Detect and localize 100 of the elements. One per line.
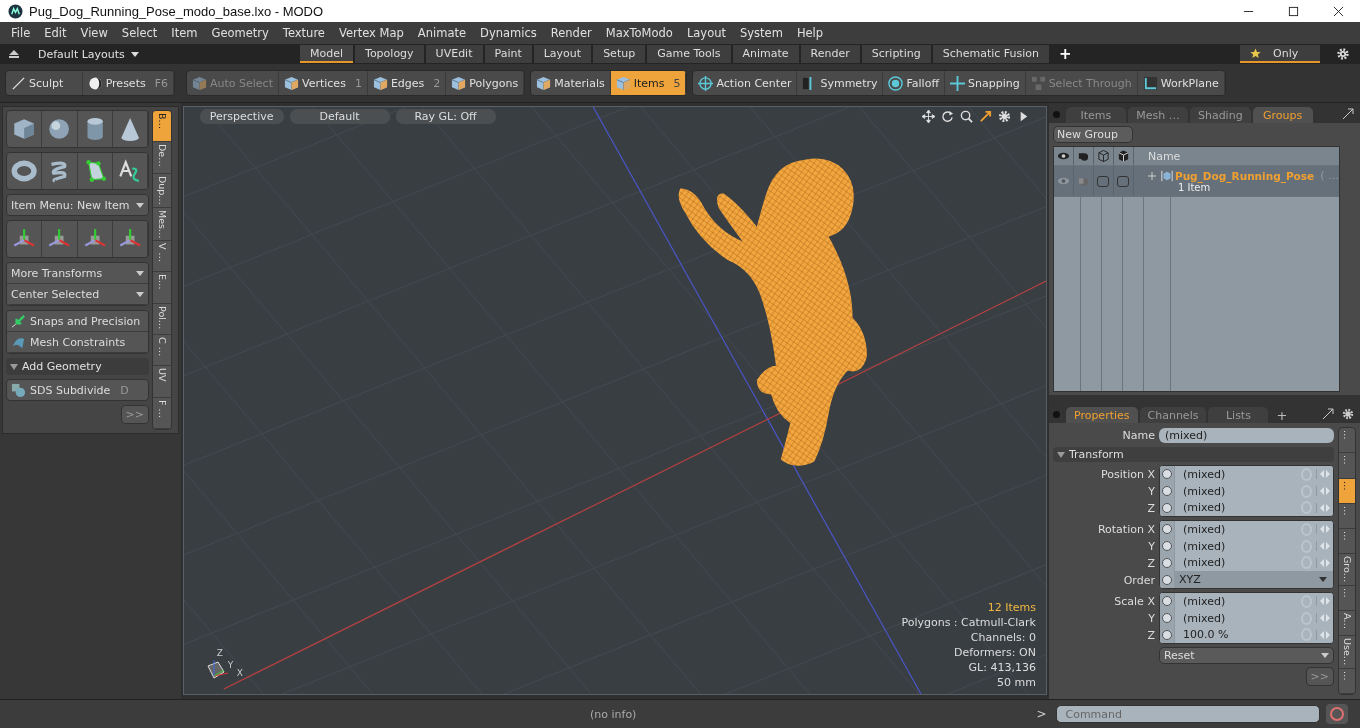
- side-tab[interactable]: …: [1339, 453, 1355, 479]
- tool-dropdown[interactable]: Center Selected: [7, 284, 148, 305]
- layout-tab[interactable]: Schematic Fusion: [932, 45, 1050, 63]
- tool-button[interactable]: Snapping: [944, 71, 1026, 95]
- keyframe-dot-icon[interactable]: [1161, 469, 1172, 480]
- add-tab-button[interactable]: +: [1051, 45, 1080, 63]
- group-row[interactable]: Pug_Dog_Running_Pose ( … 1 Item: [1053, 166, 1339, 197]
- settings-icon[interactable]: [997, 110, 1011, 123]
- value-field[interactable]: (mixed): [1159, 499, 1333, 516]
- tool-button[interactable]: Vertices 1: [279, 71, 368, 95]
- keyframe-dot-icon[interactable]: [1161, 524, 1172, 535]
- value-field[interactable]: (mixed): [1159, 593, 1333, 610]
- menu-item[interactable]: MaxToModo: [598, 26, 680, 40]
- side-tab[interactable]: V …: [153, 241, 171, 273]
- panel-tab[interactable]: Items: [1065, 107, 1126, 123]
- command-field[interactable]: Command: [1056, 705, 1321, 723]
- viewport-button[interactable]: Ray GL: Off: [395, 109, 496, 124]
- record-button[interactable]: [1326, 704, 1349, 724]
- only-filter-button[interactable]: Only: [1240, 45, 1320, 63]
- panel-tab[interactable]: Channels: [1139, 407, 1207, 423]
- value-field[interactable]: (mixed): [1159, 466, 1333, 483]
- add-tab-button[interactable]: +: [1270, 408, 1294, 423]
- value-field[interactable]: (mixed): [1159, 521, 1333, 538]
- side-tab[interactable]: E…: [153, 272, 171, 304]
- expand-icon[interactable]: [1342, 108, 1354, 120]
- layout-tab[interactable]: Layout: [533, 45, 592, 63]
- layout-tab[interactable]: Topology: [355, 45, 424, 63]
- panel-tab[interactable]: Groups: [1252, 107, 1313, 123]
- tool-button[interactable]: WorkPlane: [1137, 71, 1225, 95]
- menu-item[interactable]: Geometry: [204, 26, 276, 40]
- layout-tab[interactable]: Animate: [732, 45, 799, 63]
- layout-tab[interactable]: UVEdit: [425, 45, 483, 63]
- tool-button[interactable]: Snaps and Precision: [7, 311, 148, 332]
- menu-item[interactable]: Select: [114, 26, 165, 40]
- panel-tab[interactable]: Properties: [1065, 407, 1138, 423]
- side-tab[interactable]: …: [1339, 585, 1355, 612]
- menu-item[interactable]: Layout: [679, 26, 733, 40]
- viewport-button[interactable]: Perspective: [199, 109, 284, 124]
- panel-tab[interactable]: Shading: [1189, 107, 1251, 123]
- side-tab[interactable]: Mes…: [153, 207, 171, 242]
- tool-button[interactable]: Action Center: [693, 71, 798, 95]
- side-tab[interactable]: C …: [153, 335, 171, 367]
- tool-button[interactable]: Falloff: [883, 71, 945, 95]
- layout-tab[interactable]: Scripting: [861, 45, 931, 63]
- collapse-arrow-icon[interactable]: [8, 48, 20, 60]
- expand-icon[interactable]: [1322, 408, 1334, 420]
- side-tab[interactable]: …: [1339, 503, 1355, 530]
- panel-menu-dot-icon[interactable]: [1052, 110, 1060, 118]
- layout-tab[interactable]: Game Tools: [647, 45, 731, 63]
- side-tab[interactable]: A…: [1339, 611, 1355, 637]
- side-tab[interactable]: …: [1339, 529, 1355, 555]
- viewport[interactable]: Perspective Default Ray GL: Off 12 Items Polygons : Catmull-Clark Channels: 0 Deformers: ON GL: 413,136 50 mm Z X Y: [182, 106, 1047, 695]
- rotate-icon[interactable]: [940, 110, 954, 123]
- tool-button[interactable]: Items 5: [610, 71, 687, 95]
- side-tab[interactable]: …: [1339, 668, 1355, 694]
- side-tab[interactable]: UV: [153, 366, 171, 398]
- checkbox[interactable]: [1117, 175, 1130, 187]
- menu-item[interactable]: Edit: [37, 26, 74, 40]
- keyframe-dot-icon[interactable]: [1161, 596, 1172, 607]
- menu-item[interactable]: Animate: [410, 26, 474, 40]
- menu-item[interactable]: Vertex Map: [331, 26, 411, 40]
- item-menu-dropdown[interactable]: Item Menu: New Item: [6, 194, 149, 216]
- tool-button[interactable]: Mesh Constraints: [7, 332, 148, 353]
- keyframe-dot-icon[interactable]: [1161, 574, 1172, 585]
- layout-tab[interactable]: Paint: [484, 45, 532, 63]
- side-tab[interactable]: De…: [153, 142, 171, 174]
- side-tab[interactable]: Dup…: [153, 173, 171, 208]
- reset-dropdown[interactable]: Reset: [1158, 647, 1334, 664]
- maximize-arrow-icon[interactable]: [978, 110, 992, 123]
- tool-button[interactable]: Polygons: [446, 71, 525, 95]
- tool-button[interactable]: Symmetry: [797, 71, 884, 95]
- close-icon[interactable]: [1333, 5, 1344, 17]
- menu-item[interactable]: View: [73, 26, 115, 40]
- keyframe-dot-icon[interactable]: [1161, 541, 1172, 552]
- settings-icon[interactable]: [1336, 47, 1350, 61]
- value-field[interactable]: 100.0 %: [1159, 626, 1333, 643]
- panel-menu-dot-icon[interactable]: [1052, 410, 1060, 418]
- layout-tab[interactable]: Setup: [593, 45, 646, 63]
- side-tab[interactable]: Use…: [1339, 636, 1355, 669]
- tool-button[interactable]: SDS Subdivide D: [6, 379, 149, 401]
- expand-plus-icon[interactable]: [1147, 171, 1156, 180]
- panel-tab[interactable]: Lists: [1208, 407, 1269, 423]
- menu-item[interactable]: Item: [164, 26, 205, 40]
- name-field[interactable]: (mixed): [1158, 428, 1334, 443]
- menu-item[interactable]: Render: [543, 26, 599, 40]
- settings-icon[interactable]: [1342, 408, 1354, 420]
- keyframe-dot-icon[interactable]: [1161, 613, 1172, 623]
- tool-dropdown[interactable]: More Transforms: [7, 263, 148, 284]
- tool-button[interactable]: Edges 2: [367, 71, 447, 95]
- panel-tab[interactable]: Mesh …: [1127, 107, 1188, 123]
- tool-button[interactable]: Materials: [531, 71, 611, 95]
- menu-item[interactable]: System: [733, 26, 790, 40]
- side-tab[interactable]: F …: [153, 397, 171, 429]
- checkbox[interactable]: [1097, 175, 1110, 187]
- keyframe-dot-icon[interactable]: [1161, 629, 1172, 640]
- new-group-button[interactable]: New Group: [1052, 126, 1133, 143]
- section-header[interactable]: Transform: [1052, 447, 1334, 462]
- keyframe-dot-icon[interactable]: [1161, 557, 1172, 568]
- side-tab[interactable]: …: [1339, 428, 1355, 454]
- menu-item[interactable]: Dynamics: [473, 26, 544, 40]
